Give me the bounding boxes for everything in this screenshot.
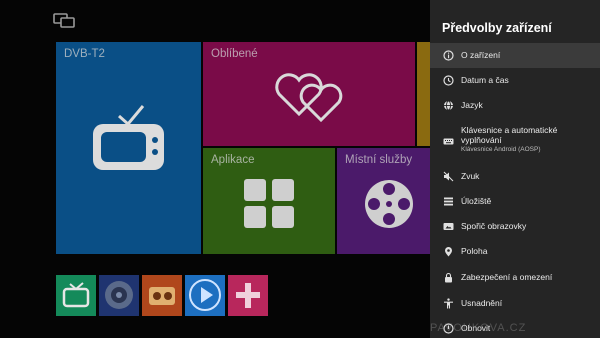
menu-item-storage[interactable]: Úložiště [430, 189, 600, 214]
tile-dvb-t2[interactable]: DVB-T2 [56, 42, 201, 254]
menu-item-keyboard[interactable]: Klávesnice a automatické vyplňování Kláv… [430, 122, 600, 162]
menu-item-label: Jazyk [461, 100, 483, 110]
keyboard-icon [443, 138, 454, 145]
tile-favorites-label: Oblíbené [211, 48, 258, 60]
dock-tv[interactable] [56, 275, 96, 316]
clock-icon [443, 75, 454, 86]
menu-item-label: Úložiště [461, 196, 492, 206]
dock-media[interactable] [142, 275, 182, 316]
menu-item-security[interactable]: Zabezpečení a omezení [430, 265, 600, 290]
film-reel-icon [365, 180, 413, 228]
speaker-icon [105, 281, 133, 309]
menu-item-label: Zvuk [461, 171, 480, 181]
storage-icon [444, 197, 453, 206]
tv-icon [93, 105, 164, 170]
device-preferences-panel: Předvolby zařízení O zařízení Datum a ča… [430, 0, 600, 338]
tile-local-label: Místní služby [345, 154, 413, 166]
dock-add[interactable] [228, 275, 268, 316]
screensaver-icon [443, 223, 454, 230]
menu-item-location[interactable]: Poloha [430, 239, 600, 264]
plus-icon [236, 283, 260, 308]
hearts-icon [275, 73, 343, 122]
accessibility-icon [444, 298, 453, 309]
tile-local-services[interactable]: Místní služby [337, 148, 437, 254]
play-icon [189, 279, 221, 311]
menu-item-label: O zařízení [461, 50, 501, 60]
tile-dvb-label: DVB-T2 [64, 48, 105, 60]
menu-item-accessibility[interactable]: Usnadnění [430, 291, 600, 316]
menu-item-label: Klávesnice a automatické vyplňování [461, 125, 558, 145]
menu-item-date-time[interactable]: Datum a čas [430, 68, 600, 93]
lock-icon [445, 272, 452, 283]
location-icon [445, 247, 452, 257]
globe-icon [444, 100, 453, 111]
menu-item-label: Poloha [461, 246, 488, 256]
tv-icon [62, 282, 90, 308]
menu-item-language[interactable]: Jazyk [430, 93, 600, 118]
menu-item-sound[interactable]: Zvuk [430, 164, 600, 189]
mute-icon [443, 171, 454, 182]
menu-item-label: Usnadnění [461, 298, 503, 308]
menu-item-screensaver[interactable]: Spořič obrazovky [430, 214, 600, 239]
tile-apps[interactable]: Aplikace [203, 148, 335, 254]
menu-item-label: Datum a čas [461, 75, 509, 85]
dock-play[interactable] [185, 275, 225, 316]
menu-item-label: Zabezpečení a omezení [461, 272, 553, 282]
dock-speaker[interactable] [99, 275, 139, 316]
watermark: PAVOUKOVA.CZ [430, 322, 527, 334]
menu-item-label: Spořič obrazovky [461, 221, 527, 231]
chat-icon[interactable] [53, 13, 75, 29]
menu-item-sublabel: Klávesnice Android (AOSP) [461, 146, 541, 153]
tile-favorites[interactable]: Oblíbené [203, 42, 415, 146]
menu-item-about[interactable]: O zařízení [430, 43, 600, 68]
info-icon [443, 50, 454, 61]
panel-title: Předvolby zařízení [442, 21, 552, 35]
tile-apps-label: Aplikace [211, 154, 255, 166]
media-icon [149, 287, 175, 305]
launcher-screen: DVB-T2 Oblíbené Aplikace Místní služby P… [0, 0, 600, 338]
apps-grid-icon [244, 179, 294, 228]
